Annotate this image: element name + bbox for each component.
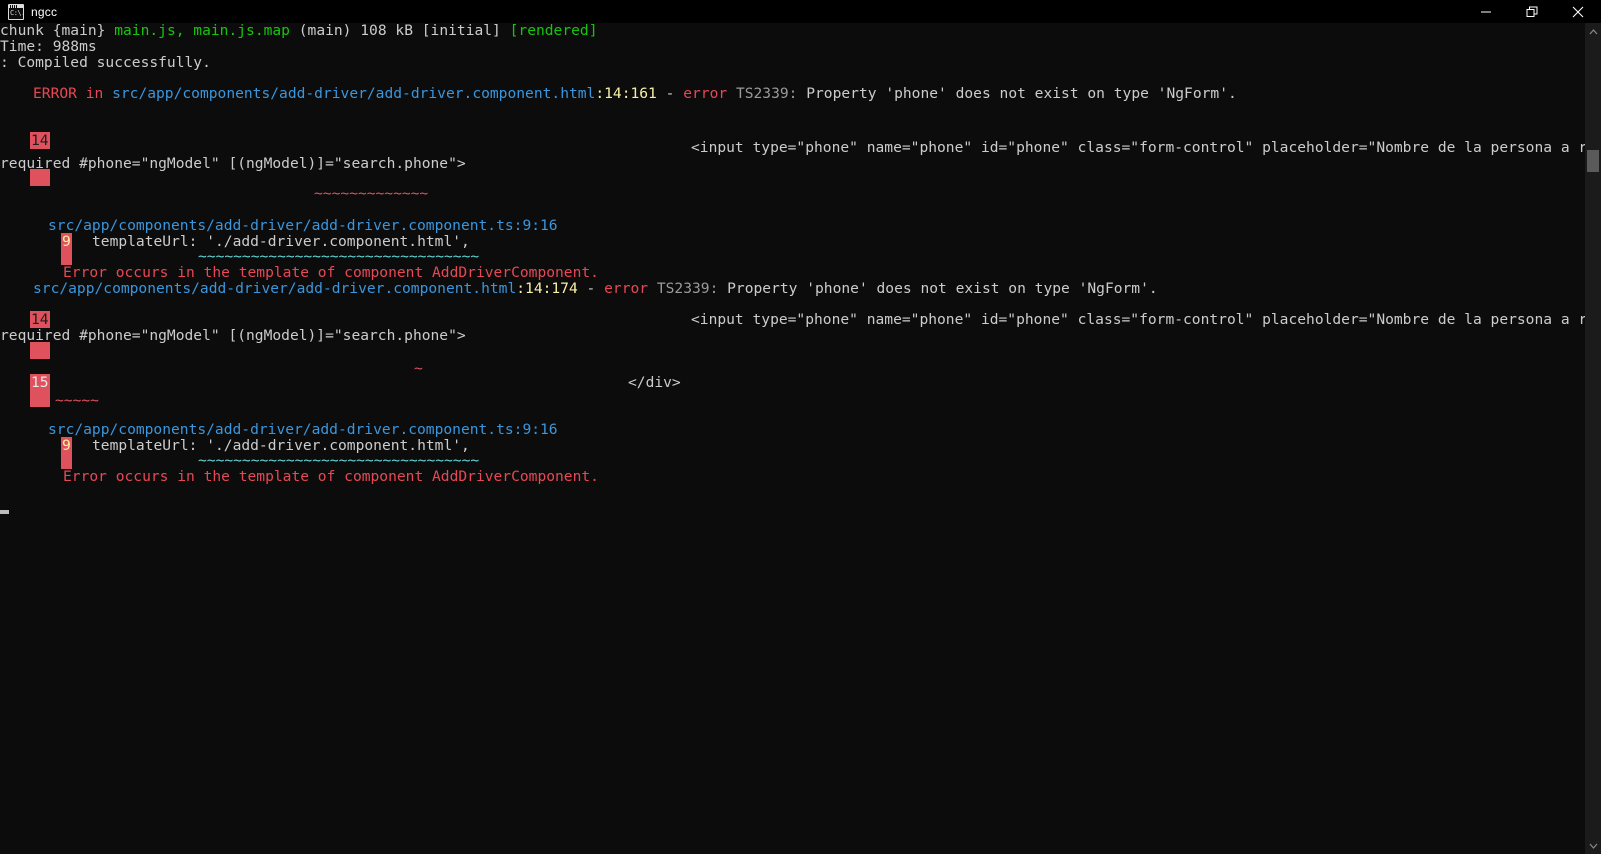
chunk-status: [rendered]: [509, 23, 598, 39]
error-1-source-right-text: <input type="phone" name="phone" id="pho…: [691, 139, 1585, 156]
error-2-source-right: <input type="phone" name="phone" id="pho…: [691, 312, 1585, 328]
error-1-trace-squiggle: ~~~~~~~~~~~~~~~~~~~~~~~~~~~~~~~~: [198, 248, 480, 265]
minimize-icon: [1481, 11, 1491, 12]
error-2-line-number: 14: [30, 311, 50, 328]
error-2-trace-file[interactable]: src/app/components/add-driver/add-driver…: [48, 422, 558, 438]
error-2-second-line-code: </div>: [628, 374, 681, 391]
terminal-cursor: [0, 510, 9, 514]
error-1-source-left-text: required #phone="ngModel" [(ngModel)]="s…: [0, 155, 466, 172]
error-2-line-number-badge: 14: [30, 311, 50, 328]
error-1-in-word: in: [76, 85, 113, 102]
error-2-second-gutter-block: MM: [30, 390, 50, 407]
build-time-line: Time: 988ms: [0, 38, 97, 55]
chunk-summary-line: chunk {main} main.js, main.js.map (main)…: [0, 23, 598, 39]
error-2-source-left-text: required #phone="ngModel" [(ngModel)]="s…: [0, 327, 466, 344]
error-1-location: :14:161: [595, 85, 657, 102]
error-2-message: Property 'phone' does not exist on type …: [718, 280, 1158, 297]
error-1-keyword: error: [683, 85, 728, 102]
error-1-source-left: required #phone="ngModel" [(ngModel)]="s…: [0, 156, 466, 172]
error-2-source-left: required #phone="ngModel" [(ngModel)]="s…: [0, 328, 466, 344]
chunk-meta: (main) 108 kB [initial]: [289, 23, 510, 39]
error-1-file[interactable]: src/app/components/add-driver/add-driver…: [112, 85, 595, 102]
chunk-label: chunk {main}: [0, 23, 115, 39]
scroll-down-arrow[interactable]: [1585, 837, 1601, 854]
error-2-squiggle: ~: [414, 360, 423, 377]
error-1-trace-gutter-block: M: [61, 248, 72, 265]
error-1-prefix: ERROR: [33, 85, 77, 102]
terminal-screen: chunk {main} main.js, main.js.map (main)…: [0, 23, 1585, 854]
console-window-icon: C:\.: [8, 3, 25, 20]
error-1-trace-note: Error occurs in the template of componen…: [63, 264, 599, 281]
error-1-code: TS2339:: [727, 85, 798, 102]
error-1-trace-gutter-filler: M: [61, 248, 72, 265]
chunk-files: main.js, main.js.map: [114, 23, 290, 39]
error-2-second-line-number: 15: [30, 374, 50, 391]
chevron-down-icon: [1589, 843, 1597, 849]
error-2-trace-note: Error occurs in the template of componen…: [63, 468, 599, 485]
error-2-trace-squiggle: ~~~~~~~~~~~~~~~~~~~~~~~~~~~~~~~~: [198, 452, 480, 469]
vertical-scrollbar[interactable]: [1585, 23, 1601, 854]
compiled-success-line: : Compiled successfully.: [0, 54, 211, 71]
error-2-second-squiggle: ~~~~~: [55, 392, 99, 409]
error-1-dash: -: [656, 85, 684, 102]
window-titlebar[interactable]: C:\. ngcc: [0, 0, 1601, 23]
error-2-code: TS2339:: [648, 280, 719, 297]
error-2-second-gutter-filler: MM: [30, 390, 50, 407]
error-1-gutter-filler: MM: [30, 169, 50, 186]
error-2-second-line-badge: 15: [30, 374, 50, 391]
chevron-up-icon: [1589, 28, 1597, 34]
error-2-file[interactable]: src/app/components/add-driver/add-driver…: [33, 280, 516, 297]
error-2-source-right-text: <input type="phone" name="phone" id="pho…: [691, 311, 1585, 328]
restore-icon: [1526, 6, 1538, 17]
error-2-dash: -: [577, 280, 605, 297]
close-icon: [1572, 6, 1584, 17]
scroll-up-arrow[interactable]: [1585, 23, 1601, 40]
window-title: ngcc: [31, 4, 58, 19]
error-2-keyword: error: [604, 280, 649, 297]
error-2-gutter-filler: MM: [30, 342, 50, 359]
minimize-button[interactable]: [1463, 0, 1509, 23]
maximize-button[interactable]: [1509, 0, 1555, 23]
error-1-squiggle: ~~~~~~~~~~~~~: [314, 185, 429, 202]
error-1-line-number-badge: 14: [30, 132, 50, 149]
close-button[interactable]: [1555, 0, 1601, 23]
error-1-line-number: 14: [30, 132, 50, 149]
console-output-area[interactable]: chunk {main} main.js, main.js.map (main)…: [0, 23, 1585, 854]
error-1-source-right: <input type="phone" name="phone" id="pho…: [691, 140, 1585, 156]
error-2-trace-gutter-filler: M: [61, 452, 72, 469]
scroll-thumb[interactable]: [1587, 150, 1599, 172]
error-1-header: ERROR in src/app/components/add-driver/a…: [33, 86, 1237, 102]
error-2-location: :14:174: [516, 280, 578, 297]
error-2-trace-gutter-block: M: [61, 452, 72, 469]
error-2-header: src/app/components/add-driver/add-driver…: [33, 281, 1158, 297]
error-2-gutter-block: MM: [30, 342, 50, 359]
error-1-trace-file[interactable]: src/app/components/add-driver/add-driver…: [48, 218, 558, 234]
error-1-gutter-block: MM: [30, 169, 50, 186]
error-1-message: Property 'phone' does not exist on type …: [797, 85, 1237, 102]
